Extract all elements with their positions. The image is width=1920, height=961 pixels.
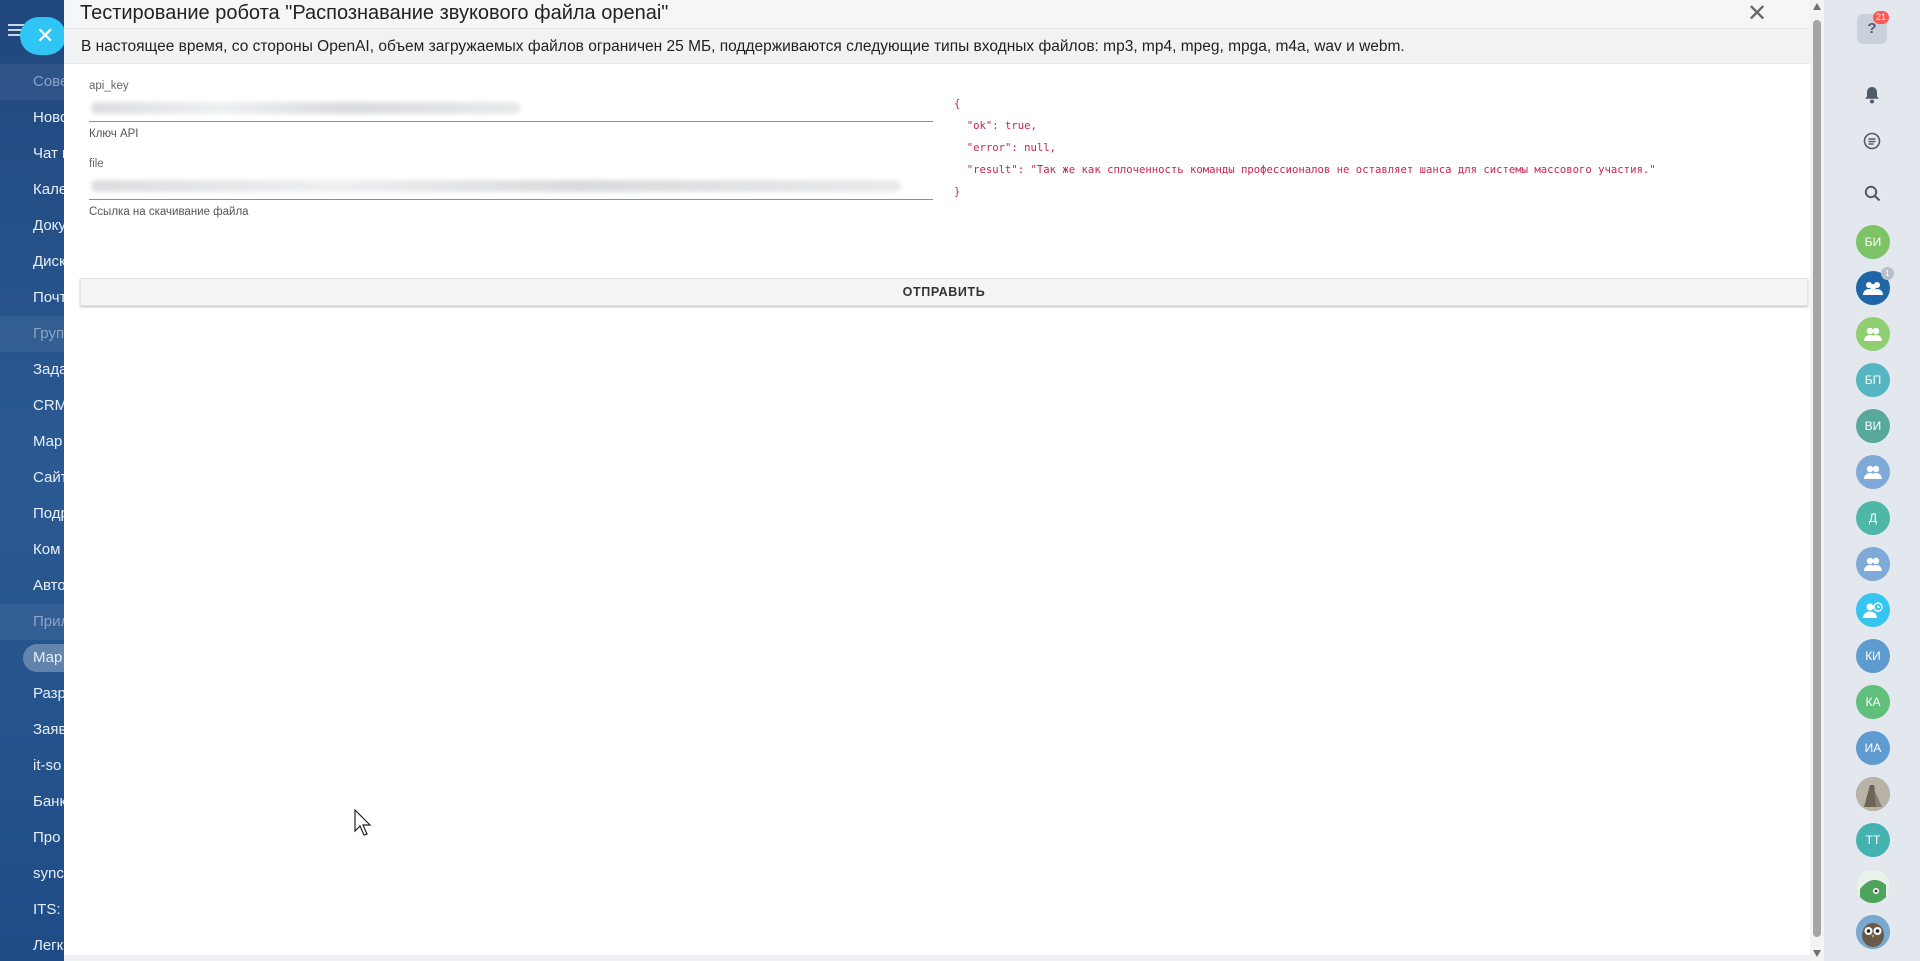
json-error-line: "error": null, xyxy=(954,142,1057,154)
robot-test-slider: Тестирование робота "Распознавание звуко… xyxy=(64,0,1824,961)
left-menu-item[interactable]: Ново xyxy=(0,100,64,136)
api-key-input[interactable] xyxy=(89,94,933,122)
left-menu-item[interactable]: Почт xyxy=(0,280,64,316)
left-menu-item[interactable]: Ком xyxy=(0,532,64,568)
field-help: Ключ API xyxy=(89,128,139,140)
left-menu-item[interactable]: Заяв xyxy=(0,712,64,748)
left-menu-item[interactable]: Сове xyxy=(0,64,64,100)
file-field: file Ссылка на скачивание файла xyxy=(89,158,933,236)
group-icon[interactable] xyxy=(1856,317,1890,351)
contact-avatar[interactable]: ВИ xyxy=(1856,409,1890,443)
contact-avatar[interactable]: КА xyxy=(1856,685,1890,719)
search-icon[interactable] xyxy=(1857,178,1887,208)
left-menu-item[interactable]: Авто xyxy=(0,568,64,604)
bot-avatar[interactable] xyxy=(1856,869,1890,903)
right-panel: ? 21 БИ 1 БП ВИ Д КИ КА ИА ТТ xyxy=(1824,0,1920,961)
left-menu-item[interactable]: Про xyxy=(0,820,64,856)
blurred-value xyxy=(91,180,901,192)
left-menu-item[interactable]: Подр xyxy=(0,496,64,532)
unread-count-badge: 1 xyxy=(1881,267,1894,280)
blurred-value xyxy=(91,102,521,114)
group-icon[interactable] xyxy=(1856,455,1890,489)
left-menu-item[interactable]: Банк xyxy=(0,784,64,820)
slider-header: Тестирование робота "Распознавание звуко… xyxy=(64,0,1824,28)
contact-avatar[interactable]: ТТ xyxy=(1856,823,1890,857)
bell-icon[interactable] xyxy=(1857,80,1887,110)
left-menu-item[interactable]: Мар xyxy=(0,424,64,460)
left-menu-item[interactable]: Чат и xyxy=(0,136,64,172)
scroll-down-icon[interactable] xyxy=(1813,950,1821,957)
left-menu-item[interactable]: Доку xyxy=(0,208,64,244)
activity-icon[interactable] xyxy=(1857,126,1887,156)
left-menu-item[interactable]: CRM xyxy=(0,388,64,424)
file-url-input[interactable] xyxy=(89,172,933,200)
photo-avatar[interactable] xyxy=(1856,777,1890,811)
left-menu-item[interactable]: Легк xyxy=(0,928,64,961)
scroll-up-icon[interactable] xyxy=(1813,3,1821,10)
left-menu-item[interactable]: Разр xyxy=(0,676,64,712)
left-menu-item[interactable]: Сайт xyxy=(0,460,64,496)
field-label: file xyxy=(89,158,104,170)
contact-avatar[interactable]: Д xyxy=(1856,501,1890,535)
contact-avatar[interactable]: КИ xyxy=(1856,639,1890,673)
slider-close-round-icon[interactable]: ✕ xyxy=(20,17,66,55)
left-menu-item[interactable]: Диск xyxy=(0,244,64,280)
scroll-thumb[interactable] xyxy=(1813,20,1821,937)
robot-form: api_key Ключ API file Ссылка на скачиван… xyxy=(89,80,933,236)
group-icon[interactable] xyxy=(1856,547,1890,581)
left-menu-item[interactable]: it-so xyxy=(0,748,64,784)
json-open: { xyxy=(954,98,961,110)
json-result-line: "result": "Так же как сплоченность коман… xyxy=(954,164,1656,176)
contact-avatar[interactable]: ИА xyxy=(1856,731,1890,765)
close-icon[interactable]: ✕ xyxy=(1744,0,1770,28)
submit-button[interactable]: ОТПРАВИТЬ xyxy=(80,278,1808,306)
scrollbar[interactable] xyxy=(1810,0,1824,961)
json-close: } xyxy=(954,186,961,198)
left-menu-item[interactable]: Зада xyxy=(0,352,64,388)
json-ok-line: "ok": true, xyxy=(954,120,1037,132)
left-menu-item[interactable]: sync xyxy=(0,856,64,892)
response-json: { "ok": true, "error": null, "result": "… xyxy=(954,93,1656,203)
mouse-cursor-icon xyxy=(354,809,372,836)
left-menu-item[interactable]: Груп xyxy=(0,316,64,352)
left-menu: СовеНовоЧат иКалеДокуДискПочтГрупЗадаCRM… xyxy=(0,0,64,961)
owl-avatar[interactable] xyxy=(1856,915,1890,949)
limits-notice: В настоящее время, со стороны OpenAI, об… xyxy=(64,28,1824,64)
api-key-field: api_key Ключ API xyxy=(89,80,933,158)
field-label: api_key xyxy=(89,80,129,92)
field-help: Ссылка на скачивание файла xyxy=(89,206,249,218)
left-menu-item[interactable]: Прил xyxy=(0,604,64,640)
slider-title: Тестирование робота "Распознавание звуко… xyxy=(80,2,669,24)
left-menu-item[interactable]: ITS: ( xyxy=(0,892,64,928)
help-count-badge: 21 xyxy=(1873,11,1890,24)
left-menu-list: СовеНовоЧат иКалеДокуДискПочтГрупЗадаCRM… xyxy=(0,64,64,961)
contact-avatar[interactable]: БП xyxy=(1856,363,1890,397)
contact-avatar[interactable]: БИ xyxy=(1856,225,1890,259)
slider-footer xyxy=(64,955,1810,961)
left-menu-item[interactable]: Кале xyxy=(0,172,64,208)
left-menu-item[interactable]: Мар xyxy=(23,644,64,672)
user-clock-icon[interactable] xyxy=(1856,593,1890,627)
